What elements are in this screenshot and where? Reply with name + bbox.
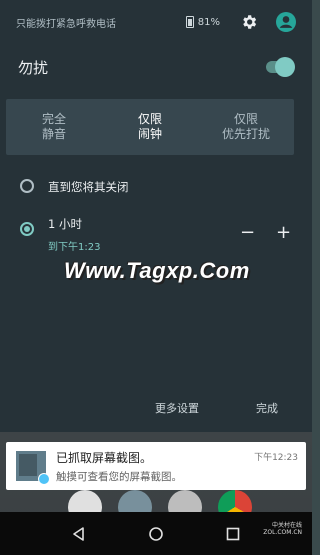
- status-row: 只能拨打紧急呼救电话 81%: [0, 0, 312, 44]
- mode-alarms-only[interactable]: 仅限 闹钟: [102, 99, 198, 155]
- notification-body: 触摸可查看您的屏幕截图。: [56, 470, 182, 483]
- mode-label-line1: 仅限: [233, 112, 258, 126]
- zol-logo-line1: 中关村在线: [271, 522, 302, 529]
- home-icon[interactable]: [148, 526, 164, 542]
- toggle-knob: [275, 57, 295, 77]
- dnd-title: 勿扰: [18, 58, 49, 77]
- mode-label-line2: 优先打扰: [221, 127, 270, 141]
- duration-label: 1 小时: [48, 217, 82, 231]
- option-duration[interactable]: 1 小时 到下午1:23: [0, 216, 312, 253]
- zol-logo-line2: ZOL.COM.CN: [263, 529, 302, 536]
- mode-label-line1: 仅限: [137, 112, 162, 126]
- duration-end-time: 到下午1:23: [48, 242, 101, 253]
- radio-until-off[interactable]: [20, 179, 34, 193]
- notification-time: 下午12:23: [254, 453, 298, 463]
- avatar-icon[interactable]: [276, 12, 296, 32]
- carrier-text: 只能拨打紧急呼救电话: [16, 18, 116, 30]
- back-icon[interactable]: [71, 526, 87, 542]
- plus-button[interactable]: +: [276, 222, 291, 243]
- battery-icon: [185, 16, 194, 28]
- screenshot-badge-icon: [38, 473, 50, 485]
- mode-label-line1: 完全: [41, 112, 66, 126]
- notification-shade: 只能拨打紧急呼救电话 81% 勿扰 完全 静音 仅限 闹钟 仅限 优先打扰 直到…: [0, 0, 312, 432]
- done-button[interactable]: 完成: [256, 400, 278, 416]
- minus-button[interactable]: −: [240, 222, 255, 243]
- mode-total-silence[interactable]: 完全 静音: [6, 99, 102, 155]
- watermark-text: Www.Tagxp.Com: [64, 258, 250, 283]
- radio-duration[interactable]: [20, 222, 34, 236]
- mode-label-line2: 闹钟: [137, 127, 162, 141]
- notification-title: 已抓取屏幕截图。: [56, 450, 153, 465]
- dnd-mode-selector: 完全 静音 仅限 闹钟 仅限 优先打扰: [6, 99, 294, 155]
- dnd-toggle[interactable]: [266, 57, 295, 77]
- screenshot-thumbnail: [16, 451, 50, 485]
- gear-icon[interactable]: [240, 13, 258, 31]
- screenshot-notification[interactable]: 已抓取屏幕截图。 触摸可查看您的屏幕截图。 下午12:23: [6, 442, 306, 490]
- zol-logo: 中关村在线 ZOL.COM.CN: [263, 520, 302, 536]
- thumbnail-preview: [19, 454, 37, 476]
- dnd-row: 勿扰: [0, 50, 312, 84]
- option-until-off-label: 直到您将其关闭: [48, 180, 129, 194]
- option-until-off[interactable]: 直到您将其关闭: [0, 179, 312, 195]
- mode-label-line2: 静音: [41, 127, 66, 141]
- mode-priority-only[interactable]: 仅限 优先打扰: [198, 99, 294, 155]
- battery-percent: 81%: [197, 16, 220, 28]
- recents-icon[interactable]: [225, 526, 241, 542]
- notification-text: 已抓取屏幕截图。 触摸可查看您的屏幕截图。: [56, 449, 254, 484]
- more-settings-button[interactable]: 更多设置: [155, 400, 199, 416]
